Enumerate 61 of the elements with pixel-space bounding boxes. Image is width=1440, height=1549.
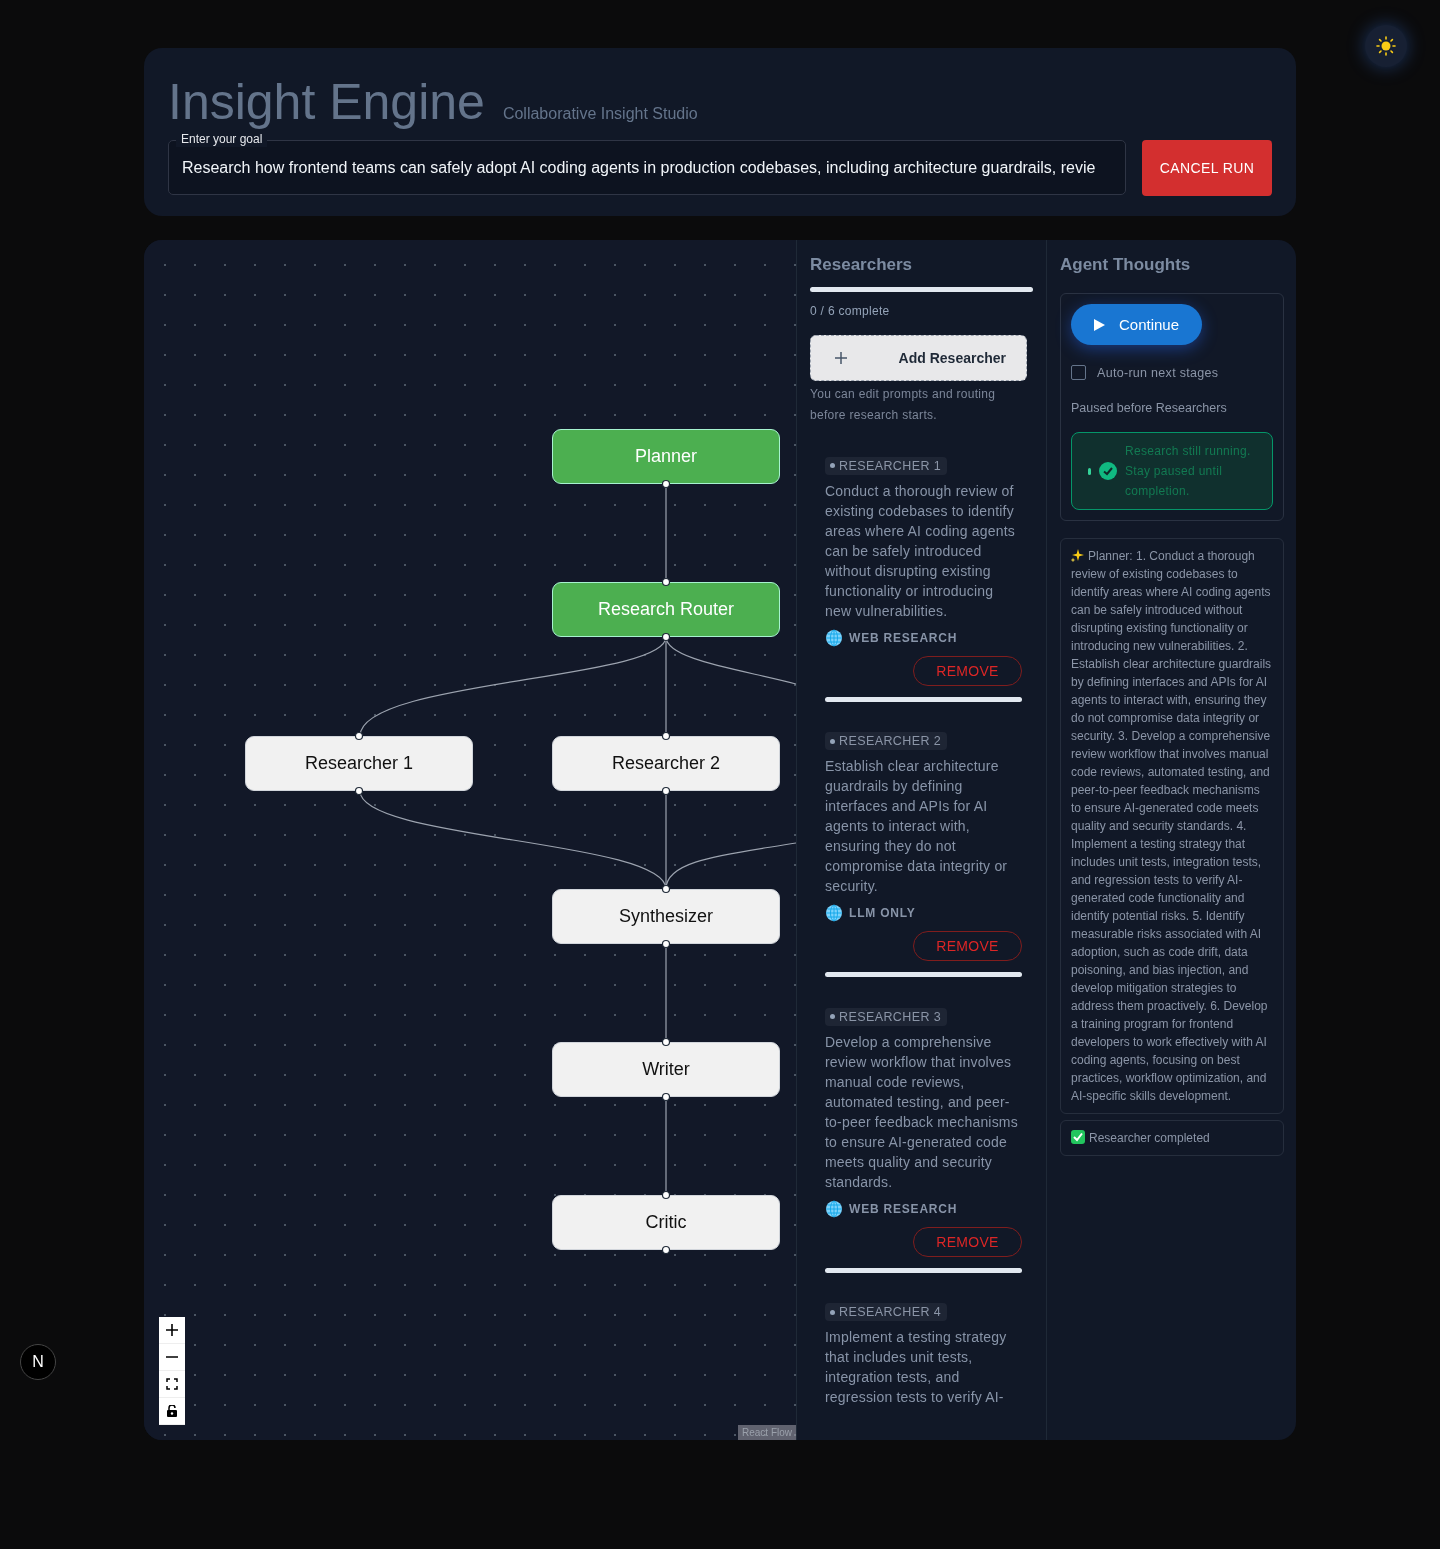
- dev-tools-button[interactable]: N: [20, 1344, 56, 1380]
- checkmark-icon: [1071, 1130, 1085, 1144]
- log-entry: Researcher completed: [1060, 1120, 1284, 1156]
- play-icon: [1093, 318, 1105, 331]
- panel-title: Agent Thoughts: [1060, 255, 1192, 275]
- flow-node[interactable]: Researcher 1: [245, 736, 473, 791]
- node-handle[interactable]: [661, 479, 671, 489]
- node-handle[interactable]: [661, 731, 671, 741]
- researcher-prompt[interactable]: Implement a testing strategy that includes unit tests, integration tests, and regression tests to verify AI-: [825, 1327, 1022, 1407]
- continue-button[interactable]: Continue: [1071, 304, 1202, 345]
- researcher-tag: RESEARCHER 1: [825, 456, 948, 475]
- node-handle[interactable]: [661, 884, 671, 894]
- fit-view-icon: [166, 1378, 178, 1390]
- globe-icon: [825, 1199, 843, 1218]
- app-title: Insight Engine: [168, 74, 485, 130]
- researcher-tag: RESEARCHER 3: [825, 1007, 948, 1026]
- researcher-tag: RESEARCHER 4: [825, 1303, 948, 1321]
- checkbox-label: Auto-run next stages: [1097, 365, 1219, 380]
- researcher-tag: RESEARCHER 2: [825, 732, 948, 750]
- spinner-icon: [1088, 467, 1091, 475]
- node-handle[interactable]: [661, 577, 671, 587]
- check-circle-icon: [1099, 462, 1117, 480]
- node-handle[interactable]: [661, 1190, 671, 1200]
- researcher-prompt[interactable]: Develop a comprehensive review workflow that involves manual code reviews, automated testing, and peer-to-peer feedback mechanisms to ensure AI-generated code meets quality and security standards.: [825, 1031, 1022, 1192]
- node-handle[interactable]: [661, 1092, 671, 1102]
- node-handle[interactable]: [661, 1037, 671, 1047]
- research-mode-label: WEB RESEARCH: [849, 630, 958, 645]
- flow-node[interactable]: Synthesizer: [552, 889, 780, 944]
- field-label: Enter your goal: [176, 132, 268, 147]
- node-handle[interactable]: [354, 786, 364, 796]
- globe-icon: [825, 628, 843, 647]
- flow-node[interactable]: Critic: [552, 1195, 780, 1250]
- node-handle[interactable]: [661, 632, 671, 642]
- node-handle[interactable]: [661, 1245, 671, 1255]
- cancel-run-button[interactable]: CANCEL RUN: [1142, 140, 1272, 196]
- add-researcher-button[interactable]: Add Researcher: [810, 335, 1027, 381]
- flow-node[interactable]: Researcher 2: [552, 736, 780, 791]
- research-mode-label: LLM ONLY: [849, 906, 916, 920]
- progress-label: 0 / 6 complete: [810, 304, 891, 318]
- flow-node[interactable]: Writer: [552, 1042, 780, 1097]
- research-mode-label: WEB RESEARCH: [849, 1201, 958, 1216]
- plus-icon: [835, 352, 847, 364]
- hint-text: You can edit prompts and routing before research starts.: [810, 386, 997, 424]
- log-entry: Planner: 1. Conduct a thorough review of existing codebases to identify areas where AI coding agents can be safely introduced without disrupting existing functionality or introducing new vulnerabilities. 2. Establish clear architecture guardrails by defining interfaces and APIs for AI agents to interact with, ensuring they do not compromise data integrity or security. 3. Develop a comprehensive review workflow that involves manual code reviews, automated testing, and peer-to-peer feedback mechanisms to ensure AI-generated code meets quality and security standards. 4. Implement a testing strategy that includes unit tests, integration tests, and regression tests to verify AI-generated code functionality and identify potential risks. 5. Identify measurable risks associated with AI adoption, such as code drift, data poisoning, and bias injection, and develop mitigation strategies to address them proactively. 6. Develop a training program for frontend developers to work effectively with AI coding agents, focusing on best practices, workflow optimization, and AI-specific skills development.: [1060, 538, 1284, 1114]
- panel-title: Researchers: [810, 255, 914, 275]
- auto-run-checkbox[interactable]: [1071, 365, 1086, 380]
- notice-text: Research still running. Stay paused until completion.: [1125, 443, 1252, 500]
- theme-toggle-button[interactable]: [1365, 25, 1407, 67]
- status-text: Paused before Researchers: [1071, 401, 1228, 415]
- node-handle[interactable]: [661, 939, 671, 949]
- researcher-prompt[interactable]: Establish clear architecture guardrails by defining interfaces and APIs for AI agents to interact with, ensuring they do not compromise data integrity or security.: [825, 756, 1022, 896]
- sun-icon: [1376, 36, 1396, 56]
- minus-icon: [166, 1356, 178, 1358]
- plus-icon: [166, 1324, 178, 1336]
- app-subtitle: Collaborative Insight Studio: [502, 105, 698, 123]
- node-handle[interactable]: [354, 731, 364, 741]
- node-handle[interactable]: [661, 786, 671, 796]
- researcher-prompt[interactable]: Conduct a thorough review of existing codebases to identify areas where AI coding agents can be safely introduced without disrupting existing functionality or introducing new vulnerabilities.: [825, 480, 1022, 621]
- sparkle-icon: [1071, 549, 1084, 562]
- globe-icon: [825, 904, 843, 922]
- lock-icon: [167, 1405, 177, 1417]
